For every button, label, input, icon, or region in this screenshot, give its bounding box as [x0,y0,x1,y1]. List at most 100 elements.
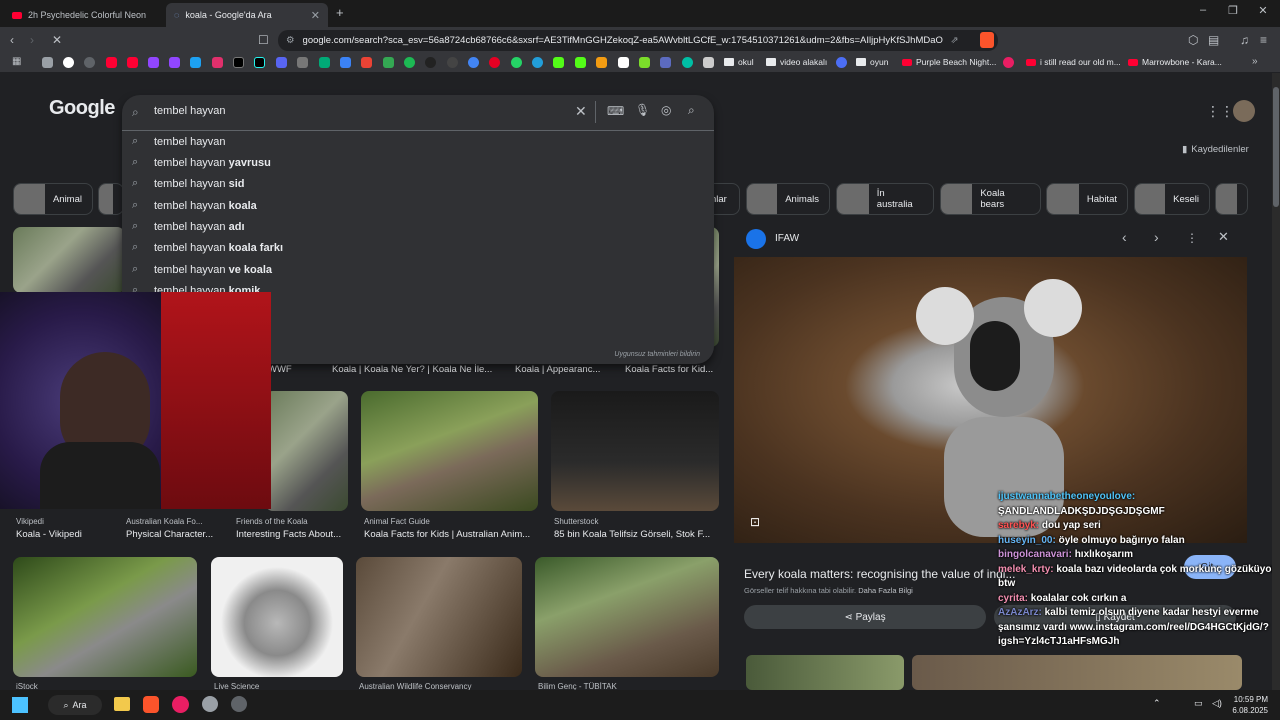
keyboard-icon[interactable]: ⌨ [607,104,624,118]
sidebar-icon[interactable]: ▤ [1208,33,1219,47]
lens-icon[interactable]: ⊡ [750,515,760,529]
preview-title[interactable]: Every koala matters: recognising the val… [744,567,1015,581]
bookmark-icon[interactable]: ☐ [258,33,269,47]
kick-icon[interactable] [553,57,564,68]
extensions-icon[interactable]: ⬡ [1188,33,1198,47]
bookmark-icon[interactable] [703,57,714,68]
learn-more-link[interactable]: Daha Fazla Bilgi [858,586,913,595]
close-tab-icon[interactable]: ✕ [311,9,320,22]
previous-icon[interactable]: ‹ [1122,229,1127,245]
whatsapp-icon[interactable] [511,57,522,68]
filter-chip[interactable]: Animals [746,183,830,215]
filter-chip[interactable]: Habitat [1046,183,1128,215]
minimize-icon[interactable]: – [1188,4,1218,16]
filter-chip[interactable] [98,183,124,215]
close-window-icon[interactable]: ✕ [1248,4,1278,17]
menu-icon[interactable]: ≡ [1260,33,1267,47]
media-icon[interactable]: ♫ [1240,33,1249,47]
more-options-icon[interactable]: ⋮ [1186,231,1198,245]
bookmark-icon[interactable] [660,57,671,68]
taskbar-search[interactable]: ⌕ Ara [48,695,102,715]
address-bar[interactable]: ⚙ google.com/search?sca_esv=56a8724cb687… [278,30,998,51]
result-caption[interactable]: Koala Facts for Kids | Australian Anim..… [364,529,536,540]
maximize-icon[interactable]: ❐ [1218,4,1248,17]
result-caption[interactable]: Koala | Appearanc... [515,364,610,375]
bookmark-icon[interactable] [618,57,629,68]
youtube-bookmark-icon[interactable] [106,57,117,68]
filter-chip[interactable]: İn australia [836,183,934,215]
bookmark-icon[interactable] [340,57,351,68]
bookmark-icon[interactable] [836,57,847,68]
app-icon[interactable] [202,696,218,712]
bookmark-icon[interactable] [682,57,693,68]
bookmark-folder-oyun[interactable]: oyun [856,57,888,67]
result-image[interactable] [211,557,343,677]
bookmark-purple-beach[interactable]: Purple Beach Night... [902,57,996,67]
github-icon[interactable] [447,57,458,68]
result-image[interactable] [265,391,348,511]
brave-browser-icon[interactable] [143,696,159,713]
back-icon[interactable]: ‹ [10,33,14,47]
filter-chip[interactable]: Keseli [1134,183,1210,215]
result-caption[interactable]: 85 bin Koala Telifsiz Görseli, Stok F... [554,529,719,540]
related-image[interactable] [746,655,904,690]
page-scrollbar[interactable] [1272,73,1280,690]
close-panel-icon[interactable]: ✕ [1218,229,1229,245]
search-submit-icon[interactable]: ⌕ [688,103,695,118]
more-bookmarks-icon[interactable]: » [1252,56,1258,67]
apps-icon[interactable]: ▦ [12,56,23,67]
file-explorer-icon[interactable] [114,697,130,711]
result-caption[interactable]: Koala | Koala Ne Yer? | Koala Ne İle... [332,364,497,375]
obs-icon[interactable] [231,696,247,712]
result-caption[interactable]: WWF [268,364,308,375]
new-tab-button[interactable]: + [336,5,344,20]
tab-google-search[interactable]: ◌ koala - Google'da Ara ✕ [166,3,328,27]
scroll-thumb[interactable] [1273,87,1279,207]
bookmark-icon[interactable] [297,57,308,68]
bookmark-icon[interactable] [639,57,650,68]
search-input[interactable] [154,105,554,117]
google-bookmark-icon[interactable] [63,57,74,68]
bookmark-folder-okul[interactable]: okul [724,57,754,67]
history-icon[interactable] [42,57,53,68]
report-predictions-link[interactable]: Uygunsuz tahminleri bildirin [614,351,700,358]
suggestion-item[interactable]: ⌕ tembel hayvan adı [122,216,714,237]
suggestion-item[interactable]: ⌕ tembel hayvan sid [122,173,714,194]
result-image[interactable] [13,227,125,293]
result-image[interactable] [361,391,538,511]
result-caption[interactable]: Koala Facts for Kid... [625,364,720,375]
google-logo[interactable]: Google [49,97,115,120]
chatgpt-icon[interactable] [84,57,95,68]
suggestion-item[interactable]: ⌕ tembel hayvan yavrusu [122,152,714,173]
result-caption[interactable]: Physical Character... [126,529,221,540]
stop-icon[interactable]: ✕ [52,33,62,47]
filter-chip[interactable] [1215,183,1248,215]
share-button[interactable]: ⋖ Paylaş [744,605,986,629]
result-caption[interactable]: Koala - Vikipedi [16,529,116,540]
share-icon[interactable]: ⇗ [951,35,959,46]
youtube-bookmark-icon[interactable] [127,57,138,68]
gmail-icon[interactable] [361,57,372,68]
bookmark-marrowbone[interactable]: Marrowbone - Kara... [1128,57,1222,67]
suggestion-item[interactable]: ⌕ tembel hayvan koala [122,195,714,216]
tray-chevron-icon[interactable]: ⌃ [1153,698,1161,709]
volume-icon[interactable]: ◁) [1212,698,1222,709]
saved-link[interactable]: ▮ Kaydedilenler [1182,144,1249,155]
bookmark-icon[interactable] [596,57,607,68]
microphone-icon[interactable]: 🎙 [635,103,650,117]
suggestion-item[interactable]: ⌕ tembel hayvan koala farkı [122,237,714,258]
windows-start-icon[interactable] [12,697,28,713]
telegram-icon[interactable] [532,57,543,68]
bookmark-old-messages[interactable]: i still read our old m... [1026,57,1121,67]
source-name[interactable]: IFAW [775,233,799,244]
chrome-icon[interactable] [468,57,479,68]
discord-icon[interactable] [276,57,287,68]
tiktok-icon[interactable] [254,57,265,68]
bookmark-icon[interactable] [1003,57,1014,68]
result-image[interactable] [535,557,719,677]
instagram-icon[interactable] [212,57,223,68]
system-clock[interactable]: 10:59 PM 6.08.2025 [1232,694,1268,716]
site-info-icon[interactable]: ⚙ [286,35,295,46]
suggestion-item[interactable]: ⌕ tembel hayvan [122,131,714,152]
network-icon[interactable]: ▭ [1194,698,1203,709]
